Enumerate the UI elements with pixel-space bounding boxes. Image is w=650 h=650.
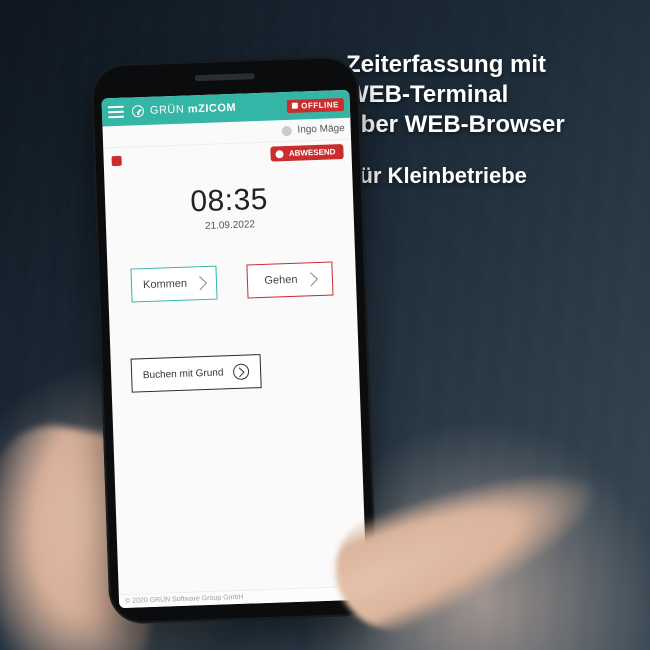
book-label: Buchen mit Grund bbox=[143, 367, 224, 381]
overlay-line: Zeiterfassung mit bbox=[346, 50, 616, 80]
overlay-line: über WEB-Browser bbox=[346, 110, 616, 140]
clock-icon bbox=[132, 105, 144, 117]
arrow-circle-right-icon bbox=[233, 363, 250, 380]
kommen-button[interactable]: Kommen bbox=[130, 266, 217, 303]
gehen-button[interactable]: Gehen bbox=[246, 262, 333, 299]
gehen-label: Gehen bbox=[264, 274, 297, 287]
chevron-right-icon bbox=[303, 272, 317, 286]
copyright-text: © 2020 GRÜN Software Group GmbH bbox=[125, 594, 244, 605]
primary-action-row: Kommen Gehen bbox=[107, 261, 356, 304]
menu-icon[interactable] bbox=[108, 106, 124, 119]
buchen-mit-grund-button[interactable]: Buchen mit Grund bbox=[131, 354, 262, 393]
brand-light: GRÜN bbox=[150, 103, 188, 116]
main-content: 08:35 21.09.2022 Kommen Gehen Buche bbox=[103, 140, 367, 608]
overlay-line: WEB-Terminal bbox=[346, 80, 616, 110]
brand-bold: mZICOM bbox=[188, 102, 237, 116]
current-time: 08:35 bbox=[105, 180, 354, 223]
person-icon bbox=[281, 125, 291, 135]
user-name: Ingo Mäge bbox=[297, 123, 345, 136]
offline-label: OFFLINE bbox=[301, 100, 339, 110]
offline-badge: OFFLINE bbox=[287, 98, 344, 113]
offline-dot-icon bbox=[292, 103, 298, 109]
chevron-right-icon bbox=[193, 276, 207, 290]
app-screen: GRÜN mZICOM OFFLINE Ingo Mäge ABWESEND 0… bbox=[101, 90, 367, 608]
app-footer: © 2020 GRÜN Software Group GmbH bbox=[119, 586, 367, 609]
overlay-line: Für Kleinbetriebe bbox=[346, 162, 616, 190]
kommen-label: Kommen bbox=[143, 278, 187, 292]
promo-scene: Zeiterfassung mit WEB-Terminal über WEB-… bbox=[0, 0, 650, 650]
marketing-overlay: Zeiterfassung mit WEB-Terminal über WEB-… bbox=[346, 50, 616, 190]
phone-frame: GRÜN mZICOM OFFLINE Ingo Mäge ABWESEND 0… bbox=[90, 55, 377, 624]
clock-display: 08:35 21.09.2022 bbox=[105, 180, 354, 236]
phone-speaker bbox=[195, 73, 255, 81]
app-brand: GRÜN mZICOM bbox=[150, 102, 237, 117]
secondary-action-row: Buchen mit Grund bbox=[111, 351, 360, 394]
